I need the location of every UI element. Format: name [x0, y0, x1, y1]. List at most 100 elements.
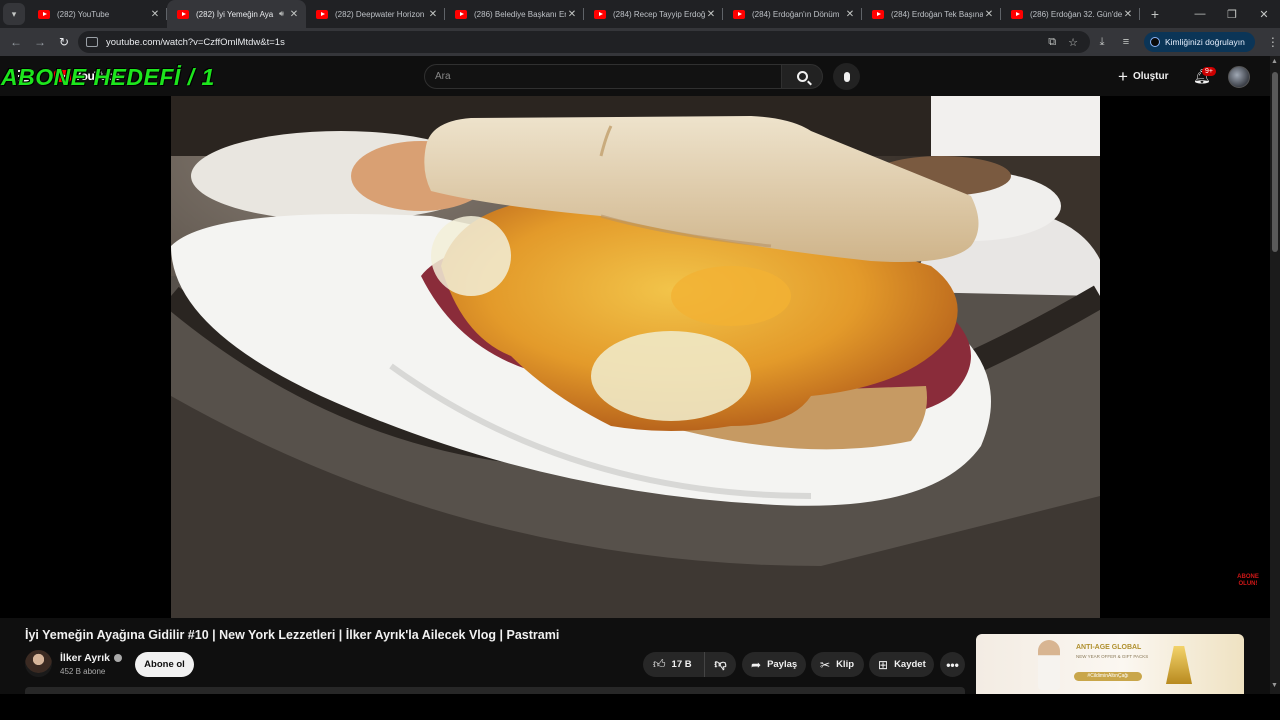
url-text: youtube.com/watch?v=CzffOmlMtdw&t=1s [106, 36, 285, 48]
like-button[interactable]: 👍︎ 17 B [643, 652, 705, 677]
reload-button[interactable]: ↻ [52, 35, 76, 49]
bookmark-icon: ⊞ [878, 657, 889, 672]
ad-subtext: NEW YEAR OFFER & GIFT PACKS [1076, 654, 1149, 659]
window-controls: — ❐ ✕ [1184, 0, 1280, 28]
close-tab-icon[interactable]: ✕ [1122, 9, 1134, 20]
create-label: Oluştur [1132, 71, 1169, 82]
restore-button[interactable]: ❐ [1216, 0, 1248, 28]
subscriber-goal-overlay: ABONE HEDEFİ / 1 [1, 64, 215, 90]
subscriber-count: 452 B abone [60, 667, 106, 676]
youtube-masthead: YouTube ABONE HEDEFİ / 1 Ara + Oluştur 🔔… [0, 56, 1270, 96]
scissors-icon: ✂ [820, 657, 831, 672]
thumbs-down-icon: 👎︎ [714, 657, 727, 671]
close-tab-icon[interactable]: ✕ [566, 9, 578, 20]
tab-title: (282) YouTube [57, 9, 110, 19]
thumbs-up-icon: 👍︎ [653, 657, 666, 671]
share-icon: ➦ [751, 657, 762, 672]
share-label: Paylaş [767, 659, 798, 670]
tab-title: (286) Belediye Başkanı Er [474, 9, 566, 19]
browser-tab[interactable]: (282) Deepwater Horizon ✕ [306, 0, 445, 28]
ad-product-image [1166, 646, 1192, 684]
browser-tab-strip: ▾ (282) YouTube ✕ (282) İyi Yemeğin Aya 🔊︎ ✕… [0, 0, 1280, 28]
like-count: 17 B [671, 659, 692, 670]
browser-tab[interactable]: (284) Recep Tayyip Erdoğ ✕ [584, 0, 723, 28]
close-tab-icon[interactable]: ✕ [705, 9, 717, 20]
close-window-button[interactable]: ✕ [1248, 0, 1280, 28]
browser-tab[interactable]: (286) Belediye Başkanı Er ✕ [445, 0, 584, 28]
verified-check-icon [114, 654, 123, 662]
sidebar-ad-banner[interactable]: ANTI-AGE GLOBAL NEW YEAR OFFER & GIFT PA… [976, 634, 1244, 694]
new-tab-button[interactable]: + [1144, 6, 1166, 22]
media-controls-icon[interactable]: ≡ [1120, 36, 1132, 48]
youtube-favicon-icon [594, 9, 606, 19]
description-box[interactable] [25, 687, 965, 694]
profile-icon [1150, 37, 1160, 47]
subscribe-button[interactable]: Abone ol [135, 652, 194, 677]
youtube-favicon-icon [733, 9, 745, 19]
video-player[interactable] [171, 96, 1100, 618]
search-icon [796, 71, 808, 82]
forward-button[interactable]: → [28, 35, 52, 49]
back-button[interactable]: ← [4, 35, 28, 49]
verify-identity-label: Kimliğinizi doğrulayın [1165, 37, 1245, 47]
tab-separator [1139, 8, 1140, 20]
close-tab-icon[interactable]: ✕ [149, 9, 161, 20]
create-button[interactable]: + Oluştur [1118, 64, 1169, 89]
search-button[interactable] [781, 64, 823, 89]
tab-title: (284) Erdoğan Tek Başına [891, 9, 983, 19]
youtube-favicon-icon [872, 9, 884, 19]
dislike-button[interactable]: 👎︎ [705, 657, 736, 672]
close-tab-icon[interactable]: ✕ [844, 9, 856, 20]
search-input[interactable]: Ara [424, 64, 782, 89]
close-tab-icon[interactable]: ✕ [288, 9, 300, 20]
subscribe-watermark[interactable]: ABONE OLUN! [1232, 574, 1264, 588]
scroll-down-icon[interactable]: ▼ [1271, 682, 1278, 689]
close-tab-icon[interactable]: ✕ [427, 9, 439, 20]
browser-tab[interactable]: (282) YouTube ✕ [28, 0, 167, 28]
save-button[interactable]: ⊞ Kaydet [869, 652, 934, 677]
youtube-favicon-icon [455, 9, 467, 19]
tab-list: (282) YouTube ✕ (282) İyi Yemeğin Aya 🔊︎ ✕ (2… [28, 0, 1140, 28]
download-icon[interactable]: ⤓ [1096, 36, 1108, 49]
scrollbar-thumb[interactable] [1272, 72, 1278, 252]
tab-audio-icon[interactable]: 🔊︎ [279, 9, 284, 19]
more-horizontal-icon: ••• [946, 657, 959, 672]
browser-tab[interactable]: (284) Erdoğan'ın Dönüm ✕ [723, 0, 862, 28]
tab-title: (284) Recep Tayyip Erdoğ [613, 9, 705, 19]
page-scrollbar[interactable]: ▲ ▼ [1270, 56, 1280, 694]
like-dislike-group: 👍︎ 17 B 👎︎ [643, 652, 736, 677]
scroll-up-icon[interactable]: ▲ [1271, 58, 1278, 65]
install-app-icon[interactable]: ⧉ [1048, 36, 1056, 49]
minimize-button[interactable]: — [1184, 0, 1216, 28]
address-bar[interactable]: youtube.com/watch?v=CzffOmlMtdw&t=1s ⧉ ☆ [78, 31, 1090, 53]
youtube-favicon-icon [1011, 9, 1023, 19]
verify-identity-button[interactable]: Kimliğinizi doğrulayın [1144, 32, 1255, 52]
tab-search-button[interactable]: ▾ [3, 3, 25, 25]
browser-tab[interactable]: (282) İyi Yemeğin Aya 🔊︎ ✕ [167, 0, 306, 28]
youtube-favicon-icon [316, 9, 328, 19]
screen: ▾ (282) YouTube ✕ (282) İyi Yemeğin Aya 🔊︎ ✕… [0, 0, 1280, 720]
browser-tab[interactable]: (284) Erdoğan Tek Başına ✕ [862, 0, 1001, 28]
notification-badge: 9+ [1202, 67, 1216, 76]
ad-hashtag: #CildiminAltınÇağı [1074, 672, 1142, 681]
youtube-favicon-icon [177, 9, 189, 19]
channel-name[interactable]: İlker Ayrık [60, 652, 123, 664]
site-info-icon[interactable] [86, 37, 98, 47]
clip-button[interactable]: ✂ Klip [811, 652, 864, 677]
save-label: Kaydet [894, 659, 926, 670]
browser-tab[interactable]: (286) Erdoğan 32. Gün'de ✕ [1001, 0, 1140, 28]
bookmark-star-icon[interactable]: ☆ [1068, 36, 1078, 49]
browser-menu-icon[interactable]: ⋮ [1267, 35, 1279, 49]
more-actions-button[interactable]: ••• [940, 652, 965, 677]
account-avatar[interactable] [1228, 66, 1250, 88]
share-button[interactable]: ➦ Paylaş [742, 652, 806, 677]
video-frame-sandwich [171, 96, 1100, 618]
youtube-favicon-icon [38, 9, 50, 19]
tab-title: (282) İyi Yemeğin Aya [196, 9, 274, 19]
channel-avatar[interactable] [25, 650, 52, 677]
tab-title: (284) Erdoğan'ın Dönüm [752, 9, 840, 19]
chevron-down-icon: ▾ [11, 8, 17, 19]
voice-search-button[interactable] [833, 63, 860, 90]
clip-label: Klip [836, 659, 855, 670]
close-tab-icon[interactable]: ✕ [983, 9, 995, 20]
